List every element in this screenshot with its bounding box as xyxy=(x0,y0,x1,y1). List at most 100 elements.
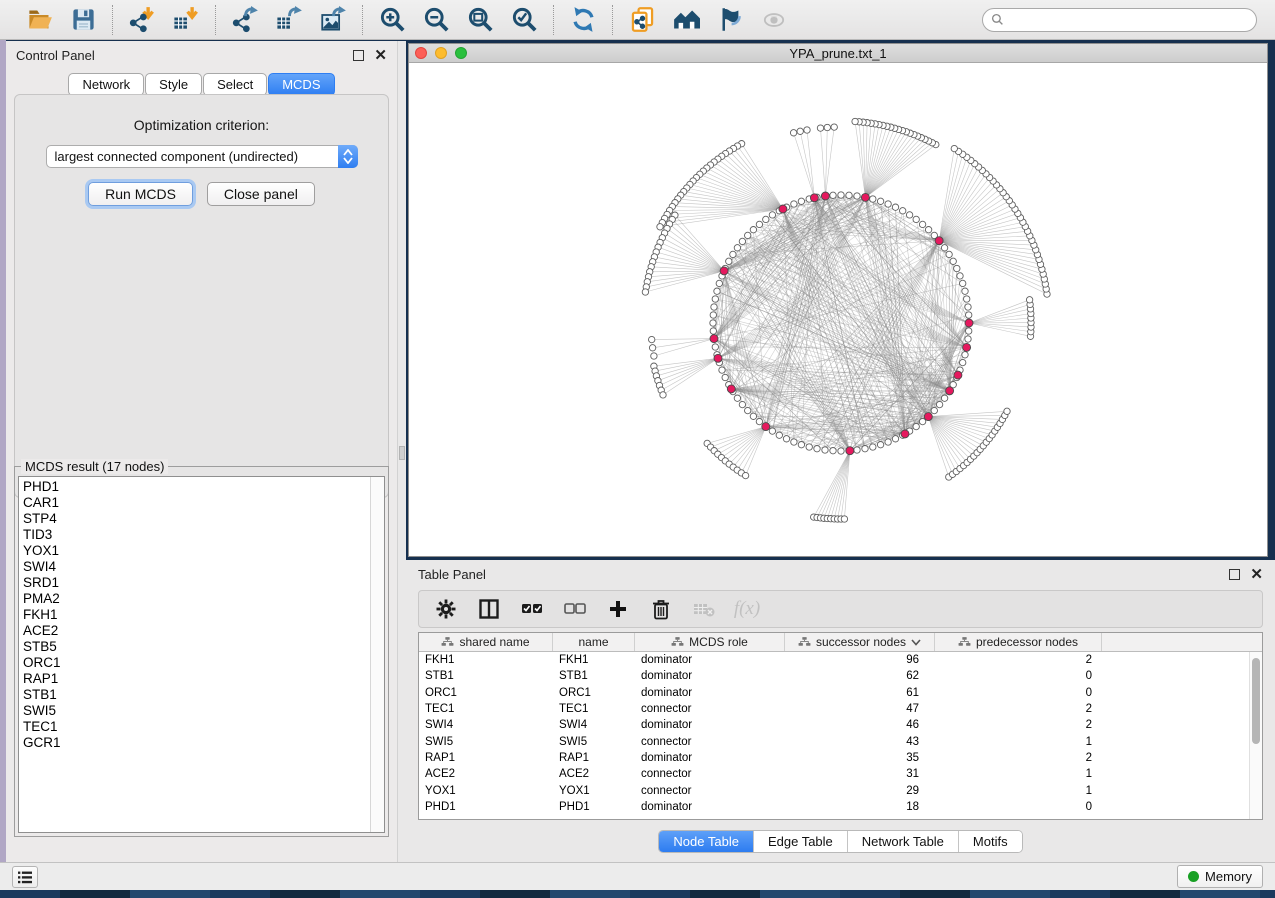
cell-name: YOX1 xyxy=(553,785,635,797)
table-row[interactable]: SWI5SWI5connector431 xyxy=(419,733,1249,749)
cell-shared-name: RAP1 xyxy=(419,752,553,764)
mcds-result-item[interactable]: PHD1 xyxy=(23,479,366,495)
mcds-result-item[interactable]: SRD1 xyxy=(23,575,366,591)
memory-button[interactable]: Memory xyxy=(1177,865,1263,888)
cell-successor-nodes: 35 xyxy=(785,752,935,764)
cell-MCDS-role: dominator xyxy=(635,801,785,813)
tab-network[interactable]: Network xyxy=(68,73,144,96)
save-session-icon[interactable] xyxy=(68,5,98,35)
mcds-result-item[interactable]: TID3 xyxy=(23,527,366,543)
tab-style[interactable]: Style xyxy=(145,73,202,96)
table-row[interactable]: ORC1ORC1dominator610 xyxy=(419,685,1249,701)
table-scrollbar[interactable] xyxy=(1249,652,1262,819)
task-history-button[interactable] xyxy=(12,866,38,888)
table-row[interactable]: SWI4SWI4dominator462 xyxy=(419,717,1249,733)
mcds-result-item[interactable]: PMA2 xyxy=(23,591,366,607)
column-header-MCDS-role[interactable]: MCDS role xyxy=(635,633,785,651)
cell-predecessor-nodes: 2 xyxy=(935,752,1102,764)
network-canvas[interactable] xyxy=(409,63,1267,556)
mcds-result-item[interactable]: TEC1 xyxy=(23,719,366,735)
close-panel-button[interactable]: Close panel xyxy=(207,182,315,206)
table-row[interactable]: RAP1RAP1dominator352 xyxy=(419,750,1249,766)
mcds-result-item[interactable]: SWI5 xyxy=(23,703,366,719)
column-header-name[interactable]: name xyxy=(553,633,635,651)
tab-edge-table[interactable]: Edge Table xyxy=(754,831,848,852)
network-view-window: YPA_prune.txt_1 xyxy=(408,43,1268,557)
network-window-titlebar[interactable]: YPA_prune.txt_1 xyxy=(409,44,1267,63)
search-box[interactable] xyxy=(982,8,1257,32)
table-header-row: shared namenameMCDS rolesuccessor nodesp… xyxy=(419,633,1262,652)
mcds-result-item[interactable]: SWI4 xyxy=(23,559,366,575)
mcds-result-item[interactable]: STB5 xyxy=(23,639,366,655)
table-panel-header: Table Panel ✕ xyxy=(406,560,1275,588)
zoom-out-icon[interactable] xyxy=(421,5,451,35)
mcds-result-item[interactable]: RAP1 xyxy=(23,671,366,687)
mcds-result-item[interactable]: STP4 xyxy=(23,511,366,527)
float-table-panel-icon[interactable] xyxy=(1229,569,1240,580)
zoom-fit-icon[interactable] xyxy=(465,5,495,35)
zoom-in-icon[interactable] xyxy=(377,5,407,35)
flag-icon[interactable] xyxy=(715,5,745,35)
mcds-result-item[interactable]: ACE2 xyxy=(23,623,366,639)
mcds-result-item[interactable]: YOX1 xyxy=(23,543,366,559)
export-image-icon[interactable] xyxy=(318,5,348,35)
mcds-result-item[interactable]: STB1 xyxy=(23,687,366,703)
cell-predecessor-nodes: 1 xyxy=(935,768,1102,780)
tab-mcds[interactable]: MCDS xyxy=(268,73,334,96)
check-all-icon[interactable] xyxy=(519,596,545,622)
list-icon xyxy=(17,870,33,884)
table-row[interactable]: YOX1YOX1connector291 xyxy=(419,782,1249,798)
mcds-result-item[interactable]: GCR1 xyxy=(23,735,366,751)
close-table-panel-icon[interactable]: ✕ xyxy=(1250,569,1263,580)
tab-network-table[interactable]: Network Table xyxy=(848,831,959,852)
dropdown-value: largest connected component (undirected) xyxy=(47,149,338,164)
import-table-icon[interactable] xyxy=(171,5,201,35)
table-row[interactable]: PHD1PHD1dominator180 xyxy=(419,799,1249,815)
table-row[interactable]: ACE2ACE2connector311 xyxy=(419,766,1249,782)
column-header-shared-name[interactable]: shared name xyxy=(419,633,553,651)
trash-icon[interactable] xyxy=(648,596,674,622)
vertical-splitter[interactable] xyxy=(397,41,406,862)
search-icon xyxy=(991,13,1004,26)
cell-name: PHD1 xyxy=(553,801,635,813)
export-table-icon[interactable] xyxy=(274,5,304,35)
table-row[interactable]: TEC1TEC1connector472 xyxy=(419,701,1249,717)
search-input[interactable] xyxy=(1009,13,1248,27)
zoom-selected-icon[interactable] xyxy=(509,5,539,35)
mcds-result-item[interactable]: FKH1 xyxy=(23,607,366,623)
mcds-list-scrollbar[interactable] xyxy=(370,477,384,832)
table-row[interactable]: FKH1FKH1dominator962 xyxy=(419,652,1249,668)
columns-icon[interactable] xyxy=(476,596,502,622)
close-panel-icon[interactable]: ✕ xyxy=(374,50,387,61)
add-icon[interactable] xyxy=(605,596,631,622)
mcds-result-item[interactable]: ORC1 xyxy=(23,655,366,671)
float-panel-icon[interactable] xyxy=(353,50,364,61)
uncheck-all-icon[interactable] xyxy=(562,596,588,622)
mcds-result-item[interactable]: CAR1 xyxy=(23,495,366,511)
table-panel: Table Panel ✕ f(x) shared namenameMCDS r… xyxy=(406,560,1275,862)
clone-network-icon[interactable] xyxy=(627,5,657,35)
toolbar-group xyxy=(554,5,612,35)
export-network-icon[interactable] xyxy=(230,5,260,35)
optimization-criterion-dropdown[interactable]: largest connected component (undirected) xyxy=(46,145,358,168)
table-row[interactable]: STB1STB1dominator620 xyxy=(419,668,1249,684)
tab-select[interactable]: Select xyxy=(203,73,267,96)
cell-name: ORC1 xyxy=(553,687,635,699)
cell-successor-nodes: 29 xyxy=(785,785,935,797)
delete-column-icon xyxy=(691,596,717,622)
table-scrollbar-thumb[interactable] xyxy=(1252,658,1260,744)
eye-icon[interactable] xyxy=(759,5,789,35)
open-file-icon[interactable] xyxy=(24,5,54,35)
first-neighbors-icon[interactable] xyxy=(671,5,701,35)
tab-motifs[interactable]: Motifs xyxy=(959,831,1022,852)
column-header-predecessor-nodes[interactable]: predecessor nodes xyxy=(935,633,1102,651)
run-mcds-button[interactable]: Run MCDS xyxy=(88,182,193,206)
cell-shared-name: ORC1 xyxy=(419,687,553,699)
import-network-icon[interactable] xyxy=(127,5,157,35)
mcds-result-list[interactable]: PHD1CAR1STP4TID3YOX1SWI4SRD1PMA2FKH1ACE2… xyxy=(18,476,385,833)
column-header-successor-nodes[interactable]: successor nodes xyxy=(785,633,935,651)
tab-node-table[interactable]: Node Table xyxy=(659,831,754,852)
gear-icon[interactable] xyxy=(433,596,459,622)
apply-layout-icon[interactable] xyxy=(568,5,598,35)
splitter-handle-icon[interactable] xyxy=(399,446,405,460)
